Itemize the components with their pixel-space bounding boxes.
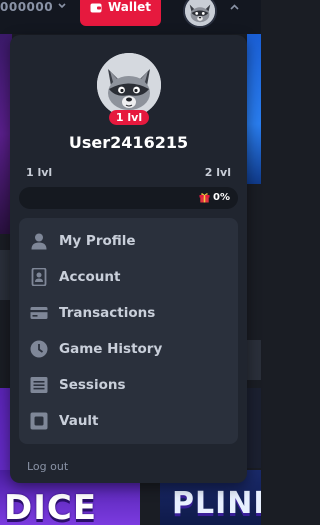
next-level-label: 2 lvl [204, 166, 231, 179]
menu-item-vault[interactable]: Vault [19, 403, 238, 439]
background-game-card[interactable] [247, 388, 261, 468]
menu-item-label: Sessions [59, 377, 126, 393]
wallet-icon [90, 3, 102, 12]
menu-item-label: Vault [59, 413, 99, 429]
logout-link[interactable]: Log out [27, 460, 68, 473]
menu-item-label: Transactions [59, 305, 156, 321]
gift-icon [199, 193, 210, 203]
menu-item-label: Game History [59, 341, 163, 357]
clock-icon [30, 340, 48, 358]
raccoon-avatar-icon [97, 53, 161, 117]
dice-game-title: DICE [4, 488, 98, 525]
profile-avatar[interactable] [97, 53, 161, 117]
level-badge: 1 lvl [109, 110, 149, 125]
background-game-card[interactable] [247, 340, 261, 380]
balance-display[interactable]: 000000 [0, 0, 53, 16]
level-progress-percent: 0% [213, 192, 230, 203]
plinko-game-title: PLINK [172, 486, 261, 521]
menu-item-label: My Profile [59, 233, 136, 249]
menu-item-label: Account [59, 269, 121, 285]
current-level-label: 1 lvl [26, 166, 53, 179]
chevron-up-icon[interactable] [230, 4, 239, 10]
username: User2416215 [68, 133, 189, 152]
profile-menu: My Profile Account Transactions Game His… [19, 218, 238, 444]
wallet-button[interactable]: Wallet [80, 0, 161, 26]
background-game-card[interactable] [247, 34, 261, 184]
chevron-down-icon[interactable] [58, 3, 66, 9]
menu-item-my-profile[interactable]: My Profile [19, 223, 238, 259]
profile-dropdown: 1 lvl User2416215 1 lvl 2 lvl 0% My Prof… [10, 35, 247, 483]
menu-item-transactions[interactable]: Transactions [19, 295, 238, 331]
menu-item-sessions[interactable]: Sessions [19, 367, 238, 403]
raccoon-avatar-icon [185, 0, 215, 26]
list-icon [30, 377, 48, 393]
vault-icon [30, 412, 48, 430]
menu-item-game-history[interactable]: Game History [19, 331, 238, 367]
id-badge-icon [31, 268, 47, 286]
wallet-label: Wallet [107, 0, 151, 14]
person-icon [31, 233, 47, 250]
menu-item-account[interactable]: Account [19, 259, 238, 295]
card-icon [30, 307, 48, 319]
